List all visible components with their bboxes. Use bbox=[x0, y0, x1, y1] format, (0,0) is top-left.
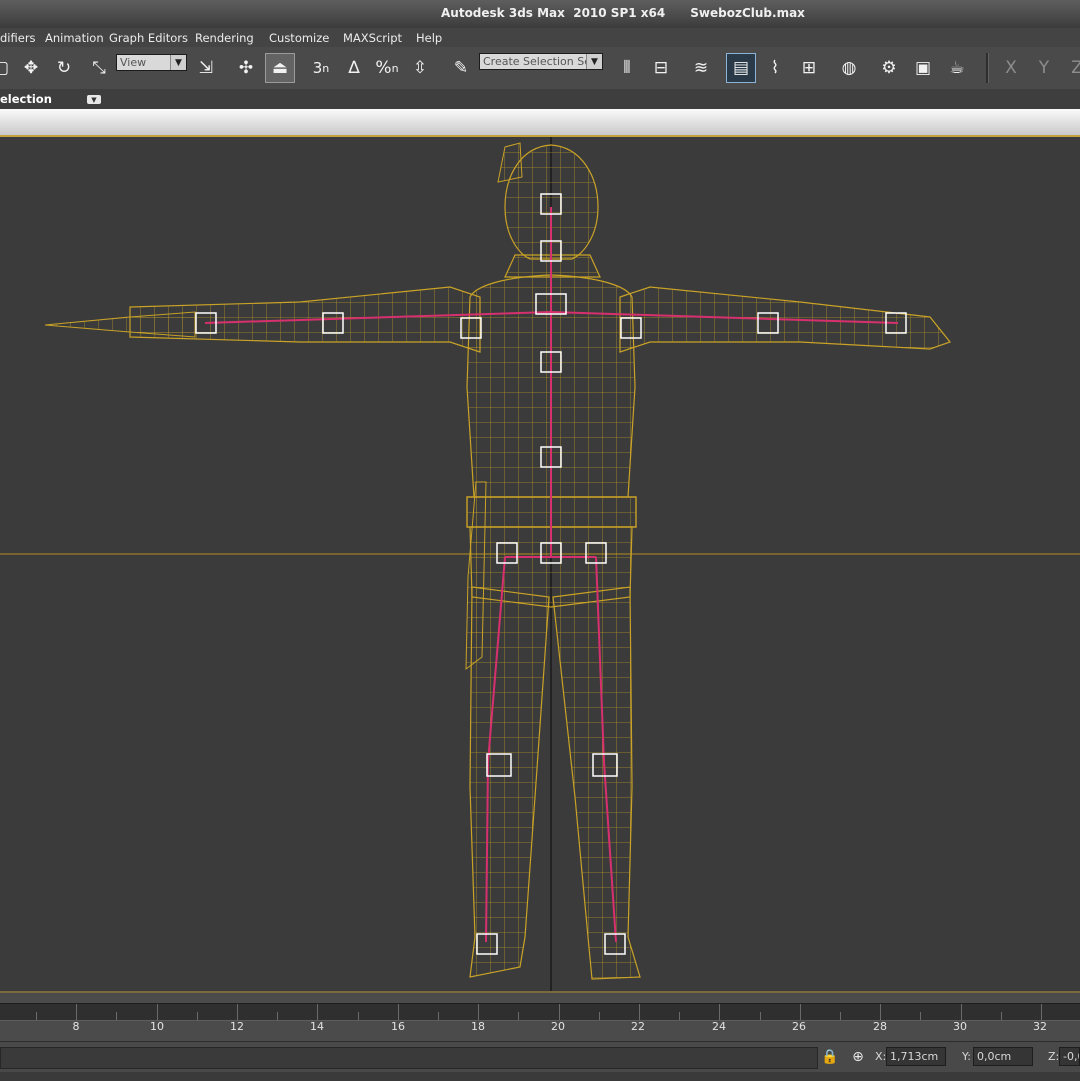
timeline-tick bbox=[1001, 1012, 1002, 1020]
keyboard-shortcut-toggle-icon[interactable]: ⏏ bbox=[265, 53, 295, 83]
material-editor-icon[interactable]: ◍ bbox=[834, 53, 864, 83]
schematic-view-icon[interactable]: ⊞ bbox=[794, 53, 824, 83]
rendered-frame-window-icon[interactable]: ▣ bbox=[908, 53, 938, 83]
timeline-tick bbox=[679, 1012, 680, 1020]
timeline-tick bbox=[599, 1012, 600, 1020]
timeline-tick bbox=[478, 1004, 479, 1020]
percent-snap-icon[interactable]: % n bbox=[372, 53, 402, 83]
ribbon-tab-selection[interactable]: election bbox=[0, 92, 52, 106]
timeline-label: 32 bbox=[1033, 1020, 1047, 1033]
timeline-tick bbox=[358, 1012, 359, 1020]
timeline-label: 8 bbox=[72, 1020, 80, 1033]
z-coordinate-field[interactable]: -0,0 bbox=[1059, 1047, 1080, 1066]
prompt-line[interactable] bbox=[0, 1047, 818, 1069]
x-coordinate-field[interactable]: 1,713cm bbox=[886, 1047, 946, 1066]
menu-rendering[interactable]: Rendering bbox=[195, 31, 254, 45]
menu-graph-editors[interactable]: Graph Editors bbox=[109, 31, 188, 45]
menu-animation[interactable]: Animation bbox=[45, 31, 104, 45]
angle-snap-icon[interactable]: ∆ bbox=[339, 53, 369, 83]
timeline-tick bbox=[760, 1012, 761, 1020]
restrict-y-icon[interactable]: Y bbox=[1029, 53, 1059, 83]
edit-named-selection-icon[interactable]: ✎ bbox=[446, 53, 476, 83]
timeline-tick bbox=[880, 1004, 881, 1020]
timeline-tick bbox=[76, 1004, 77, 1020]
status-bar: 🔒 ⊕ X: 1,713cm Y: 0,0cm Z: -0,0 bbox=[0, 1041, 1080, 1081]
timeline-tick bbox=[237, 1004, 238, 1020]
scene-explorer-icon[interactable]: ▤ bbox=[726, 53, 756, 83]
timeline-tick bbox=[719, 1004, 720, 1020]
snaps-toggle-icon[interactable]: 3n bbox=[306, 53, 336, 83]
timeline-tick bbox=[559, 1004, 560, 1020]
select-link-icon[interactable]: ▢ bbox=[0, 53, 16, 83]
curve-editor-icon[interactable]: ⌇ bbox=[760, 53, 790, 83]
timeline-label: 10 bbox=[150, 1020, 164, 1033]
named-selection-dropdown[interactable]: Create Selection Se ▼ bbox=[479, 53, 603, 70]
chevron-down-icon: ▼ bbox=[170, 55, 186, 70]
restrict-z-icon[interactable]: Z bbox=[1062, 53, 1080, 83]
timeline-tick bbox=[920, 1012, 921, 1020]
timeline-tick bbox=[518, 1012, 519, 1020]
restrict-x-icon[interactable]: X bbox=[996, 53, 1026, 83]
y-coordinate-field[interactable]: 0,0cm bbox=[973, 1047, 1033, 1066]
timeline-tick bbox=[197, 1012, 198, 1020]
timeline-label: 24 bbox=[712, 1020, 726, 1033]
main-toolbar: ▢ ✥ ↻ ⤡ View ▼ ⇲ ✣ ⏏ 3n ∆ % n ⇳ ✎ Create … bbox=[0, 47, 1080, 90]
timeline-tick bbox=[277, 1012, 278, 1020]
z-label: Z: bbox=[1048, 1050, 1060, 1063]
ribbon-panel-strip bbox=[0, 109, 1080, 137]
menu-bar: difiers Animation Graph Editors Renderin… bbox=[0, 28, 1080, 48]
timeline-label: 16 bbox=[391, 1020, 405, 1033]
timeline-label: 26 bbox=[792, 1020, 806, 1033]
timeline-label: 20 bbox=[551, 1020, 565, 1033]
timeline-label: 12 bbox=[230, 1020, 244, 1033]
window-title: Autodesk 3ds Max 2010 SP1 x64 SwebozClub… bbox=[441, 6, 805, 20]
layer-manager-icon[interactable]: ≋ bbox=[686, 53, 716, 83]
scale-icon[interactable]: ⤡ bbox=[84, 53, 114, 83]
timeline-tick bbox=[438, 1012, 439, 1020]
chevron-down-icon: ▼ bbox=[586, 54, 602, 69]
reference-coordinate-dropdown[interactable]: View ▼ bbox=[116, 54, 187, 71]
pivot-center-icon[interactable]: ⇲ bbox=[191, 53, 221, 83]
timeline-label: 18 bbox=[471, 1020, 485, 1033]
render-production-icon[interactable]: ☕ bbox=[942, 53, 972, 83]
lock-icon[interactable]: 🔒 bbox=[820, 1047, 840, 1067]
graphite-ribbon: election ▼ bbox=[0, 89, 1080, 109]
toolbar-separator bbox=[986, 53, 989, 83]
rotate-icon[interactable]: ↻ bbox=[49, 53, 79, 83]
timeline-tick bbox=[116, 1012, 117, 1020]
chevron-down-icon[interactable]: ▼ bbox=[87, 95, 101, 104]
wireframe-character bbox=[0, 137, 1080, 991]
select-manipulate-icon[interactable]: ✣ bbox=[231, 53, 261, 83]
move-icon[interactable]: ✥ bbox=[16, 53, 46, 83]
timeline-tick bbox=[800, 1004, 801, 1020]
menu-help[interactable]: Help bbox=[416, 31, 442, 45]
timeline-tick bbox=[36, 1012, 37, 1020]
timeline-label: 28 bbox=[873, 1020, 887, 1033]
timeline-tick bbox=[1041, 1004, 1042, 1020]
timeline-tick bbox=[639, 1004, 640, 1020]
x-label: X: bbox=[875, 1050, 887, 1063]
menu-customize[interactable]: Customize bbox=[269, 31, 329, 45]
title-bar: Autodesk 3ds Max 2010 SP1 x64 SwebozClub… bbox=[0, 0, 1080, 29]
track-bar[interactable]: 8 10 12 14 16 18 20 22 24 26 28 30 32 bbox=[0, 991, 1080, 1043]
spinner-snap-icon[interactable]: ⇳ bbox=[405, 53, 435, 83]
timeline-label: 14 bbox=[310, 1020, 324, 1033]
timeline-tick bbox=[398, 1004, 399, 1020]
timeline-tick bbox=[961, 1004, 962, 1020]
mirror-icon[interactable]: ⫴ bbox=[612, 53, 642, 83]
render-setup-icon[interactable]: ⚙ bbox=[874, 53, 904, 83]
absolute-mode-icon[interactable]: ⊕ bbox=[848, 1047, 868, 1067]
viewport-front[interactable] bbox=[0, 137, 1080, 991]
timeline-label: 22 bbox=[631, 1020, 645, 1033]
timeline-tick bbox=[157, 1004, 158, 1020]
menu-maxscript[interactable]: MAXScript bbox=[343, 31, 402, 45]
timeline-tick bbox=[317, 1004, 318, 1020]
menu-modifiers[interactable]: difiers bbox=[0, 31, 36, 45]
time-track[interactable] bbox=[0, 1003, 1080, 1021]
align-icon[interactable]: ⊟ bbox=[646, 53, 676, 83]
y-label: Y: bbox=[962, 1050, 971, 1063]
timeline-tick bbox=[840, 1012, 841, 1020]
timeline-label: 30 bbox=[953, 1020, 967, 1033]
